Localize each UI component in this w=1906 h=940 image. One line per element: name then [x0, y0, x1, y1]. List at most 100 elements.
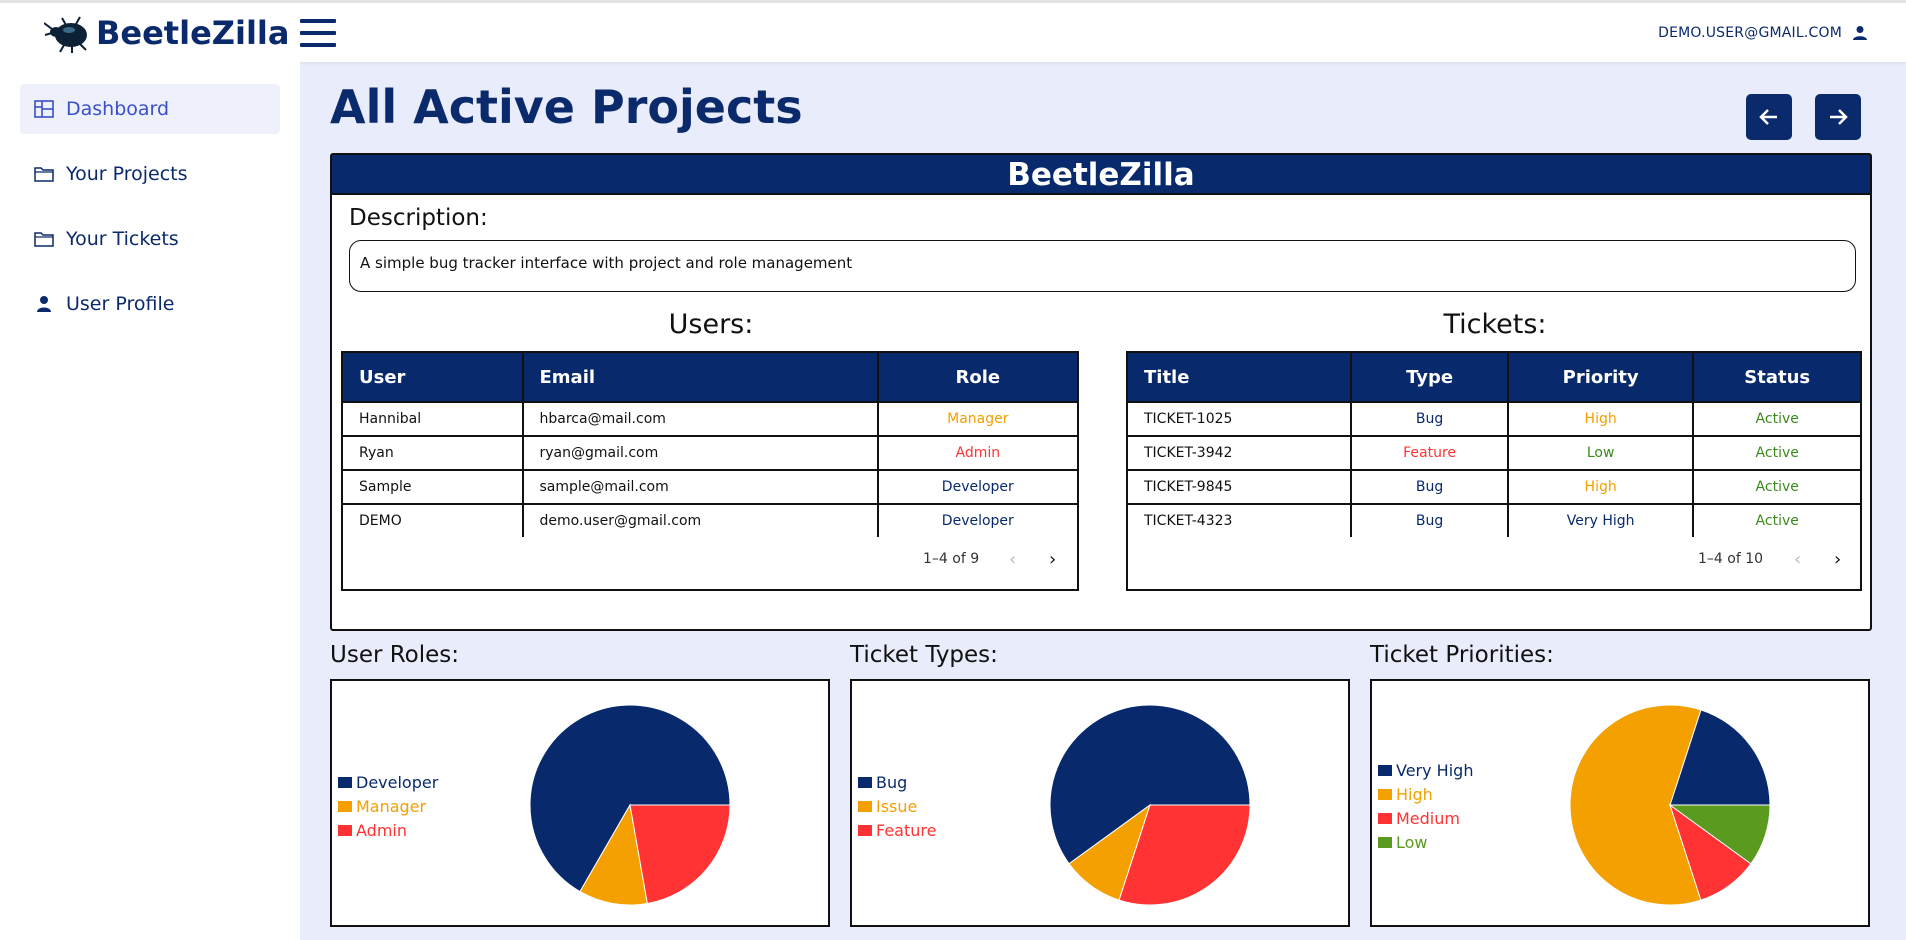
user-role: Developer [876, 469, 1080, 505]
legend-label: Very High [1396, 760, 1474, 780]
dashboard-icon [34, 100, 54, 118]
column-header-status[interactable]: Status [1692, 351, 1862, 403]
arrow-right-icon [1830, 109, 1848, 125]
ticket-title: TICKET-9845 [1125, 469, 1353, 505]
sidebar-item-dashboard[interactable]: Dashboard [20, 84, 280, 134]
ticket-priorities-title: Ticket Priorities: [1370, 642, 1554, 668]
next-project-button[interactable] [1815, 94, 1861, 140]
table-row[interactable]: Hannibal hbarca@mail.com Manager [341, 401, 1080, 437]
ticket-priorities-chart: Very High High Medium Low [1370, 679, 1870, 927]
ticket-title: TICKET-1025 [1125, 401, 1353, 437]
users-table: User Email Role Hannibal hbarca@mail.com… [341, 351, 1080, 539]
column-header-priority[interactable]: Priority [1506, 351, 1695, 403]
user-role: Developer [876, 503, 1080, 539]
ticket-status: Active [1692, 469, 1862, 505]
ticket-type: Feature [1350, 435, 1509, 471]
ticket-title: TICKET-3942 [1125, 435, 1353, 471]
table-row[interactable]: TICKET-4323 Bug Very High Active [1125, 503, 1862, 539]
legend-swatch [338, 824, 352, 836]
ticket-priority: Very High [1506, 503, 1695, 539]
user-email: demo.user@gmail.com [521, 503, 879, 539]
legend-item[interactable]: High [1378, 782, 1473, 806]
chart-legend: Developer Manager Admin [338, 770, 438, 842]
chevron-right-icon[interactable]: › [1049, 549, 1056, 570]
tickets-table: Title Type Priority Status TICKET-1025 B… [1125, 351, 1862, 539]
sidebar-item-projects[interactable]: Your Projects [20, 149, 280, 199]
ticket-priority: High [1506, 401, 1695, 437]
chart-legend: Very High High Medium Low [1378, 758, 1473, 854]
legend-swatch [1378, 836, 1392, 848]
legend-item[interactable]: Medium [1378, 806, 1473, 830]
project-name: BeetleZilla [332, 155, 1870, 195]
previous-project-button[interactable] [1746, 94, 1792, 140]
pagination-count: 1–4 of 10 [1698, 551, 1764, 567]
sidebar-item-label: Your Tickets [66, 228, 179, 250]
app-logo[interactable]: BeetleZilla [44, 13, 289, 53]
description-box: A simple bug tracker interface with proj… [349, 240, 1856, 292]
sidebar-item-tickets[interactable]: Your Tickets [20, 214, 280, 264]
legend-item[interactable]: Low [1378, 830, 1473, 854]
pagination-count: 1–4 of 9 [923, 551, 980, 567]
menu-toggle-icon[interactable] [300, 19, 336, 49]
folder-icon [34, 167, 54, 182]
legend-swatch [858, 824, 872, 836]
ticket-status: Active [1692, 435, 1862, 471]
column-header-user[interactable]: User [341, 351, 524, 403]
column-header-role[interactable]: Role [876, 351, 1080, 403]
table-row[interactable]: Sample sample@mail.com Developer [341, 469, 1080, 505]
table-row[interactable]: DEMO demo.user@gmail.com Developer [341, 503, 1080, 539]
legend-label: Developer [356, 772, 439, 792]
description-label: Description: [349, 205, 488, 231]
ticket-type: Bug [1350, 401, 1509, 437]
column-header-title[interactable]: Title [1125, 351, 1353, 403]
account-menu[interactable]: DEMO.USER@GMAIL.COM [1658, 25, 1868, 41]
legend-label: Manager [356, 796, 427, 816]
legend-swatch [338, 800, 352, 812]
legend-label: Issue [876, 796, 918, 816]
legend-item[interactable]: Developer [338, 770, 438, 794]
tickets-section-title: Tickets: [1443, 309, 1547, 340]
ticket-status: Active [1692, 401, 1862, 437]
chevron-left-icon[interactable]: ‹ [1794, 549, 1801, 570]
ticket-type: Bug [1350, 503, 1509, 539]
users-pagination: 1–4 of 9 ‹ › [341, 537, 1079, 591]
legend-item[interactable]: Bug [858, 770, 936, 794]
sidebar-item-profile[interactable]: User Profile [20, 279, 280, 329]
page-title: All Active Projects [330, 80, 803, 134]
account-email: DEMO.USER@GMAIL.COM [1658, 25, 1842, 41]
table-row[interactable]: Ryan ryan@gmail.com Admin [341, 435, 1080, 471]
pie-slice[interactable] [629, 804, 731, 905]
legend-swatch [858, 800, 872, 812]
table-row[interactable]: TICKET-3942 Feature Low Active [1125, 435, 1862, 471]
user-name: Hannibal [341, 401, 524, 437]
chevron-right-icon[interactable]: › [1834, 549, 1841, 570]
user-name: Sample [341, 469, 524, 505]
project-card: BeetleZilla Description: A simple bug tr… [330, 153, 1872, 631]
table-row[interactable]: TICKET-9845 Bug High Active [1125, 469, 1862, 505]
legend-label: Feature [876, 820, 937, 840]
ticket-types-title: Ticket Types: [850, 642, 998, 668]
table-header-row: Title Type Priority Status [1125, 351, 1862, 403]
legend-swatch [1378, 812, 1392, 824]
person-icon [37, 296, 51, 312]
legend-label: Low [1396, 832, 1428, 852]
ticket-status: Active [1692, 503, 1862, 539]
user-email: ryan@gmail.com [521, 435, 879, 471]
table-row[interactable]: TICKET-1025 Bug High Active [1125, 401, 1862, 437]
legend-label: High [1396, 784, 1433, 804]
user-email: sample@mail.com [521, 469, 879, 505]
chevron-left-icon[interactable]: ‹ [1009, 549, 1016, 570]
column-header-type[interactable]: Type [1350, 351, 1509, 403]
column-header-email[interactable]: Email [521, 351, 879, 403]
legend-item[interactable]: Admin [338, 818, 438, 842]
ticket-title: TICKET-4323 [1125, 503, 1353, 539]
arrow-left-icon [1759, 109, 1777, 125]
user-name: Ryan [341, 435, 524, 471]
ticket-priority: High [1506, 469, 1695, 505]
user-roles-title: User Roles: [330, 642, 460, 668]
legend-item[interactable]: Issue [858, 794, 936, 818]
legend-item[interactable]: Very High [1378, 758, 1473, 782]
legend-item[interactable]: Feature [858, 818, 936, 842]
user-role: Manager [876, 401, 1080, 437]
legend-item[interactable]: Manager [338, 794, 438, 818]
